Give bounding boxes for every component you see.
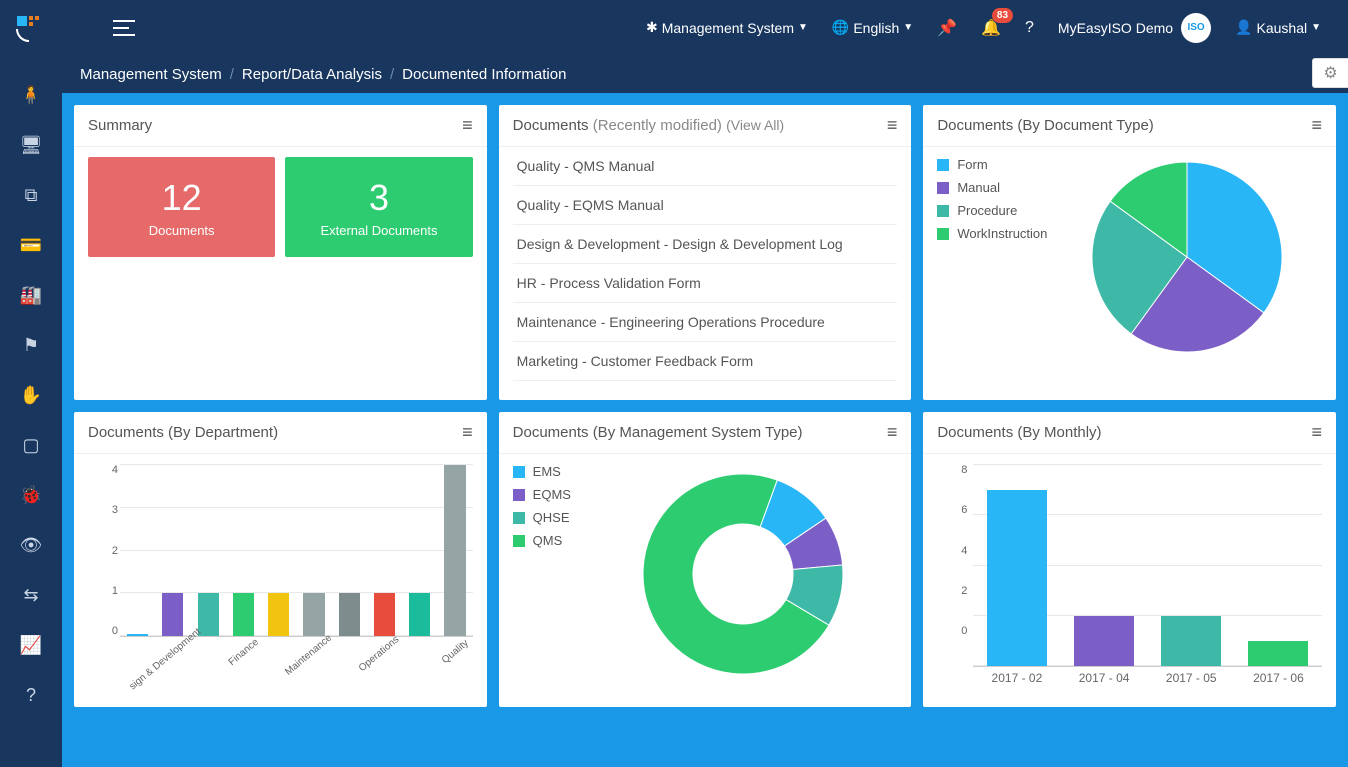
recent-docs-list: Quality - QMS ManualQuality - EQMS Manua… bbox=[513, 147, 898, 381]
sidebar-bug-icon[interactable]: 🐞 bbox=[0, 470, 62, 520]
company-label[interactable]: MyEasyISO Demo ISO bbox=[1058, 13, 1211, 43]
bar-chart: 02468 2017 - 022017 - 042017 - 052017 - … bbox=[937, 464, 1322, 697]
card-title: Summary bbox=[88, 117, 152, 134]
bar[interactable] bbox=[233, 593, 254, 636]
card-by-month: Documents (By Monthly) ≡ 02468 2017 - 02… bbox=[923, 412, 1336, 707]
bar[interactable] bbox=[268, 593, 289, 636]
card-recent-docs: Documents (Recently modified) (View All)… bbox=[499, 105, 912, 400]
sidebar-chart-icon[interactable]: 📈 bbox=[0, 620, 62, 670]
sidebar-transfer-icon[interactable]: ⇆ bbox=[0, 570, 62, 620]
bar[interactable] bbox=[1074, 616, 1134, 666]
sidebar-card-icon[interactable]: 💳 bbox=[0, 220, 62, 270]
legend-item: EQMS bbox=[513, 487, 633, 502]
list-item[interactable]: Design & Development - Design & Developm… bbox=[513, 225, 898, 264]
bar[interactable] bbox=[1248, 641, 1308, 666]
bell-icon[interactable]: 🔔 83 bbox=[981, 18, 1001, 38]
bar[interactable] bbox=[374, 593, 395, 636]
card-menu-icon[interactable]: ≡ bbox=[887, 422, 898, 443]
tile-label: External Documents bbox=[320, 223, 437, 238]
page-settings-icon[interactable]: ⚙ bbox=[1312, 58, 1348, 88]
sidebar-flow-icon[interactable]: ⧉ bbox=[0, 170, 62, 220]
legend-item: Manual bbox=[937, 180, 1087, 195]
card-by-type: Documents (By Document Type) ≡ Form Manua… bbox=[923, 105, 1336, 400]
sidebar-person-icon[interactable]: 🧍 bbox=[0, 70, 62, 120]
sidebar-help-icon[interactable]: ? bbox=[0, 670, 62, 720]
list-item[interactable]: HR - Process Validation Form bbox=[513, 264, 898, 303]
view-all-link[interactable]: (View All) bbox=[726, 117, 784, 133]
sidebar-eye-icon[interactable]: 👁 bbox=[0, 520, 62, 570]
bar[interactable] bbox=[303, 593, 324, 636]
card-summary: Summary ≡ 12 Documents 3 External Documents bbox=[74, 105, 487, 400]
legend-item: EMS bbox=[513, 464, 633, 479]
card-menu-icon[interactable]: ≡ bbox=[1311, 115, 1322, 136]
legend: Form Manual Procedure WorkInstruction bbox=[937, 157, 1087, 390]
bar[interactable] bbox=[198, 593, 219, 636]
card-title: Documents (By Monthly) bbox=[937, 424, 1101, 441]
globe-icon: 🌐 bbox=[832, 19, 849, 36]
summary-tile[interactable]: 12 Documents bbox=[88, 157, 275, 257]
bar[interactable] bbox=[444, 465, 465, 636]
summary-tile[interactable]: 3 External Documents bbox=[285, 157, 472, 257]
user-icon: 👤 bbox=[1235, 19, 1252, 36]
sidebar-monitor-icon[interactable]: 🖥 bbox=[0, 120, 62, 170]
sidebar-toggle-icon[interactable] bbox=[113, 20, 135, 36]
breadcrumb-current: Documented Information bbox=[402, 66, 566, 83]
topbar: ✱ Management System▼ 🌐 English▼ 📌 🔔 83 ?… bbox=[0, 0, 1348, 55]
list-item[interactable]: Maintenance - Engineering Operations Pro… bbox=[513, 303, 898, 342]
legend-item: QMS bbox=[513, 533, 633, 548]
sidebar-hand-icon[interactable]: ✋ bbox=[0, 370, 62, 420]
bar[interactable] bbox=[1161, 616, 1221, 666]
list-item[interactable]: Marketing - Customer Feedback Form bbox=[513, 342, 898, 381]
management-system-dropdown[interactable]: ✱ Management System▼ bbox=[646, 19, 808, 36]
app-logo bbox=[15, 14, 43, 42]
card-menu-icon[interactable]: ≡ bbox=[887, 115, 898, 136]
dashboard-content: Summary ≡ 12 Documents 3 External Documents… bbox=[62, 93, 1348, 767]
bar[interactable] bbox=[127, 634, 148, 636]
bar[interactable] bbox=[987, 490, 1047, 666]
pie-chart bbox=[1087, 157, 1287, 357]
list-item[interactable]: Quality - EQMS Manual bbox=[513, 186, 898, 225]
legend: EMS EQMS QHSE QMS bbox=[513, 464, 633, 697]
card-menu-icon[interactable]: ≡ bbox=[1311, 422, 1322, 443]
help-icon[interactable]: ? bbox=[1025, 19, 1034, 37]
breadcrumb-link-1[interactable]: Management System bbox=[80, 66, 222, 83]
card-menu-icon[interactable]: ≡ bbox=[462, 115, 473, 136]
company-avatar: ISO bbox=[1181, 13, 1211, 43]
card-title: Documents (By Document Type) bbox=[937, 117, 1153, 134]
bar[interactable] bbox=[162, 593, 183, 636]
legend-item: QHSE bbox=[513, 510, 633, 525]
sidebar-factory-icon[interactable]: 🏭 bbox=[0, 270, 62, 320]
card-by-mgmt: Documents (By Management System Type) ≡ … bbox=[499, 412, 912, 707]
card-title: Documents (By Management System Type) bbox=[513, 424, 803, 441]
pin-icon[interactable]: 📌 bbox=[937, 18, 957, 38]
notification-badge: 83 bbox=[992, 8, 1013, 23]
sidebar-tablet-icon[interactable]: ▢ bbox=[0, 420, 62, 470]
language-dropdown[interactable]: 🌐 English▼ bbox=[832, 19, 913, 36]
legend-item: Procedure bbox=[937, 203, 1087, 218]
legend-item: WorkInstruction bbox=[937, 226, 1087, 241]
sidebar-flag-icon[interactable]: ⚑ bbox=[0, 320, 62, 370]
bar[interactable] bbox=[409, 593, 430, 636]
sidebar: 🧍 🖥 ⧉ 💳 🏭 ⚑ ✋ ▢ 🐞 👁 ⇆ 📈 ? bbox=[0, 55, 62, 767]
card-title: Documents (By Department) bbox=[88, 424, 278, 441]
breadcrumb: Management System / Report/Data Analysis… bbox=[62, 55, 1348, 93]
tile-label: Documents bbox=[149, 223, 215, 238]
legend-item: Form bbox=[937, 157, 1087, 172]
tile-value: 12 bbox=[162, 177, 202, 219]
card-title: Documents (Recently modified) (View All) bbox=[513, 117, 785, 134]
user-dropdown[interactable]: 👤 Kaushal▼ bbox=[1235, 19, 1321, 36]
list-item[interactable]: Quality - QMS Manual bbox=[513, 147, 898, 186]
bar[interactable] bbox=[339, 593, 360, 636]
donut-chart bbox=[633, 464, 853, 684]
tile-value: 3 bbox=[369, 177, 389, 219]
card-menu-icon[interactable]: ≡ bbox=[462, 422, 473, 443]
card-by-dept: Documents (By Department) ≡ 01234 sign &… bbox=[74, 412, 487, 707]
gear-icon: ✱ bbox=[646, 19, 658, 36]
bar-chart: 01234 sign & DevelopmentFinanceMaintenan… bbox=[88, 464, 473, 697]
breadcrumb-link-2[interactable]: Report/Data Analysis bbox=[242, 66, 382, 83]
